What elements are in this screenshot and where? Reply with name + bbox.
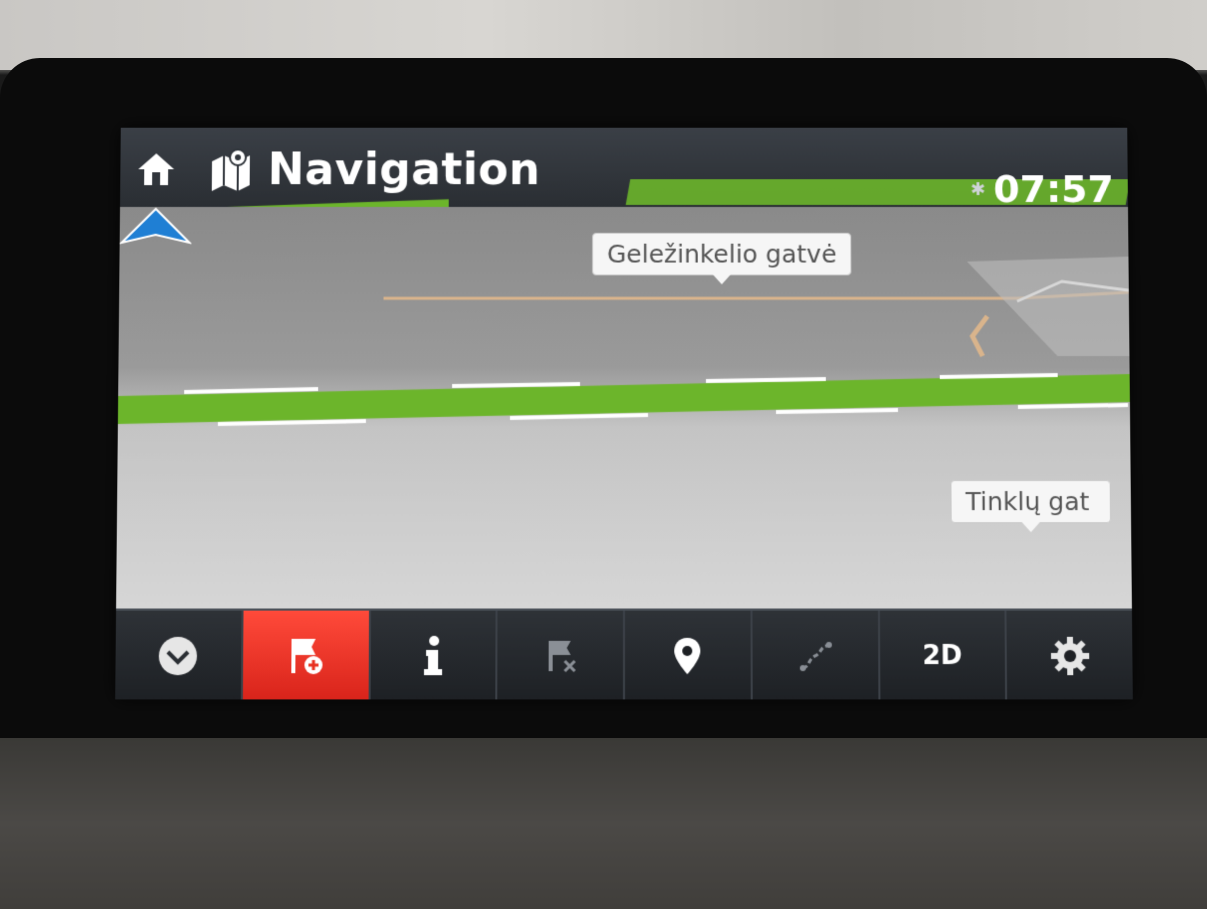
route-button[interactable] (752, 611, 880, 700)
clock: 07:57 (993, 167, 1114, 211)
info-button[interactable] (370, 611, 498, 700)
status-area: ✱ 07:57 (970, 167, 1114, 211)
street-label: Geležinkelio gatvė (592, 233, 852, 276)
map-pin-icon (208, 148, 254, 192)
infotainment-screen: Navigation ✱ 07:57 Geležinkelio gatvė Ti… (115, 128, 1133, 700)
view-mode-button[interactable]: 2D (879, 611, 1007, 700)
cancel-route-button[interactable] (498, 611, 625, 700)
title-area: Navigation (208, 140, 541, 199)
map-view[interactable]: Geležinkelio gatvė Tinklų gat (116, 207, 1132, 609)
bottom-toolbar: 2D (115, 609, 1133, 700)
dashboard-panel (0, 738, 1207, 909)
add-waypoint-button[interactable] (243, 611, 371, 700)
home-button[interactable] (132, 144, 180, 195)
chevron-down-icon (157, 635, 200, 677)
cancel-route-flag-icon (542, 637, 578, 675)
header-bar: Navigation ✱ 07:57 (120, 128, 1128, 207)
route-icon (795, 638, 835, 674)
settings-gear-icon (1048, 635, 1091, 677)
location-pin-icon (673, 636, 703, 676)
info-icon (420, 635, 446, 677)
side-road (972, 316, 987, 356)
settings-button[interactable] (1007, 611, 1133, 700)
page-title: Navigation (268, 144, 541, 194)
photo-background: Navigation ✱ 07:57 Geležinkelio gatvė Ti… (0, 0, 1207, 909)
view-mode-label: 2D (922, 641, 962, 671)
current-position-arrow-icon (120, 207, 192, 247)
collapse-button[interactable] (115, 611, 243, 700)
street-label: Tinklų gat (950, 480, 1110, 523)
home-icon (136, 150, 176, 188)
destination-button[interactable] (625, 611, 752, 700)
add-waypoint-flag-icon (285, 635, 325, 677)
bluetooth-icon: ✱ (970, 179, 985, 200)
